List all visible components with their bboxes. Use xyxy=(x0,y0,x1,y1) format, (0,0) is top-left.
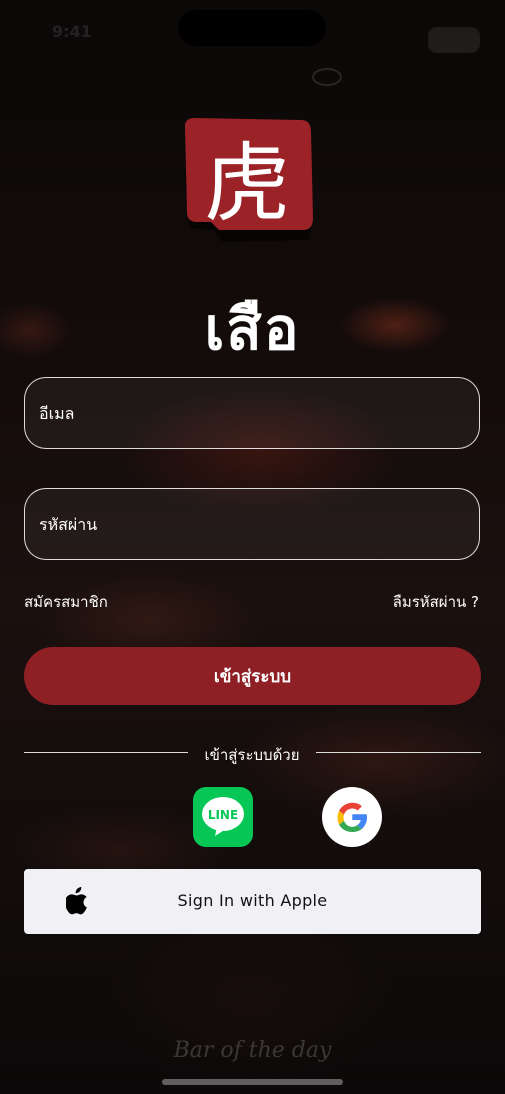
status-time: 9:41 xyxy=(52,22,92,41)
ceiling-light-decoration xyxy=(312,68,342,86)
battery-icon xyxy=(428,27,480,53)
divider-left xyxy=(24,752,188,753)
dynamic-island xyxy=(178,10,326,46)
google-g-icon xyxy=(322,787,382,847)
email-field[interactable] xyxy=(24,377,480,449)
forgot-password-link[interactable]: ลืมรหัสผ่าน ? xyxy=(393,590,479,614)
password-field[interactable] xyxy=(24,488,480,560)
tiger-logo: 虎 xyxy=(183,118,315,242)
sign-in-with-apple-button[interactable]: Sign In with Apple xyxy=(24,869,481,934)
home-indicator xyxy=(162,1079,343,1085)
bar-of-the-day-watermark: Bar of the day xyxy=(173,1038,332,1063)
apple-button-label: Sign In with Apple xyxy=(177,891,328,910)
google-login-button[interactable] xyxy=(322,787,382,847)
divider-right xyxy=(316,752,481,753)
line-login-button[interactable]: LINE xyxy=(193,787,253,847)
email-input[interactable] xyxy=(25,378,479,448)
line-icon: LINE xyxy=(193,787,253,847)
line-icon-label: LINE xyxy=(208,808,238,822)
password-input[interactable] xyxy=(25,489,479,559)
social-divider-label: เข้าสู่ระบบด้วย xyxy=(204,746,300,764)
logo-glyph: 虎 xyxy=(204,134,290,234)
login-button[interactable]: เข้าสู่ระบบ xyxy=(24,647,481,705)
register-link[interactable]: สมัครสมาชิก xyxy=(24,590,108,614)
brand-title: เสือ xyxy=(204,295,301,363)
